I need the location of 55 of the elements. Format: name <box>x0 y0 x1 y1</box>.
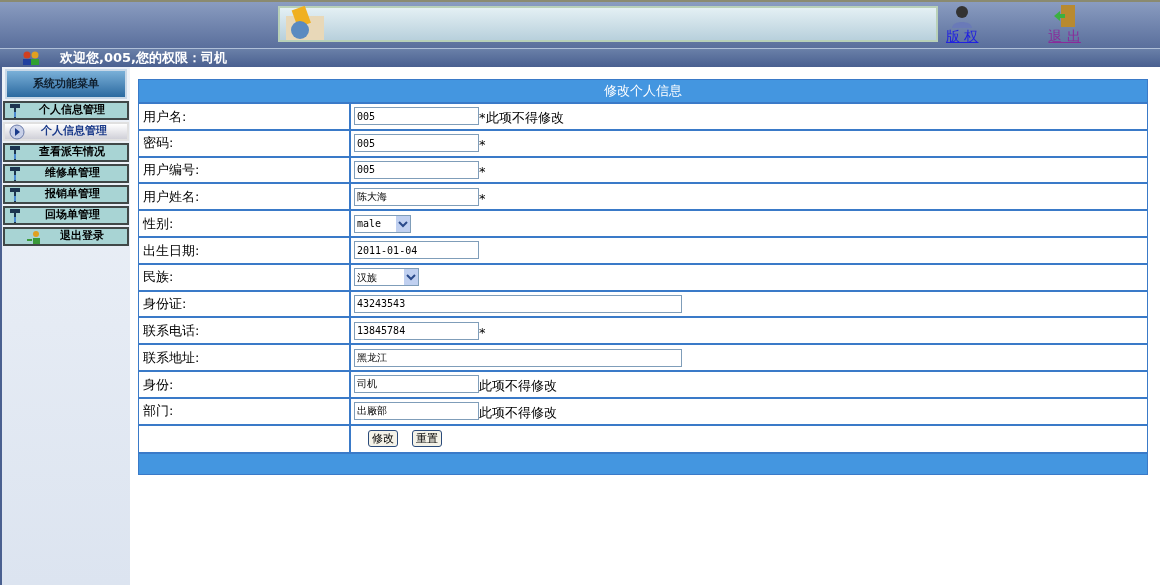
menu-item[interactable]: 维修单管理 <box>3 164 129 183</box>
form-title: 修改个人信息 <box>139 80 1147 102</box>
field-label: 密码: <box>139 130 351 156</box>
field-label: 用户名: <box>139 104 351 129</box>
wrench-icon <box>9 165 21 182</box>
text-field[interactable]: 黑龙江 <box>354 348 682 367</box>
wrench-icon <box>9 207 21 224</box>
text-field[interactable]: 005 <box>354 107 479 126</box>
dropdown[interactable]: 汉族 <box>354 268 419 287</box>
menu-item[interactable]: 个人信息管理 <box>3 101 129 120</box>
field-label: 身份证: <box>139 291 351 317</box>
chevron-down-icon <box>396 215 410 232</box>
field-note: * <box>479 323 486 342</box>
play-circle-icon <box>9 123 25 140</box>
field-label: 性别: <box>139 211 351 236</box>
field-note: * <box>479 189 486 208</box>
chevron-down-icon <box>404 269 418 286</box>
text-field[interactable]: 43243543 <box>354 294 682 313</box>
submit-button[interactable]: 修改 <box>368 430 398 448</box>
field-label: 用户编号: <box>139 157 351 183</box>
wrench-icon <box>9 144 21 161</box>
users-icon <box>22 51 40 65</box>
field-note: * <box>479 162 486 181</box>
field-note: * <box>479 136 486 155</box>
text-field[interactable]: 司机 <box>354 375 479 394</box>
text-field[interactable]: 陈大海 <box>354 187 479 206</box>
menu-item[interactable]: 查看派车情况 <box>3 143 129 162</box>
field-label: 联系地址: <box>139 345 351 370</box>
text-field[interactable]: 2011-01-04 <box>354 241 479 260</box>
menu-item[interactable]: 报销单管理 <box>3 185 129 204</box>
user-exit-icon <box>27 229 41 244</box>
menu-item[interactable]: 回场单管理 <box>3 206 129 225</box>
wrench-icon <box>9 102 21 119</box>
field-label: 用户姓名: <box>139 184 351 210</box>
wrench-icon <box>9 186 21 203</box>
text-field[interactable]: 005 <box>354 161 479 179</box>
field-label: 身份: <box>139 371 351 397</box>
person-icon <box>950 4 975 28</box>
text-field[interactable]: 005 <box>354 134 479 153</box>
field-note: *此项不得修改 <box>479 109 564 128</box>
welcome-text: 欢迎您,005,您的权限：司机 <box>60 49 227 68</box>
text-field[interactable]: 出厰部 <box>354 402 479 421</box>
field-label: 联系电话: <box>139 318 351 344</box>
field-label: 民族: <box>139 264 351 290</box>
door-icon <box>1052 4 1077 28</box>
menu-item[interactable]: 个人信息管理 <box>3 122 129 141</box>
field-label: 出生日期: <box>139 238 351 263</box>
menu-title: 系统功能菜单 <box>5 69 127 99</box>
menu-item[interactable]: 退出登录 <box>3 227 129 246</box>
field-label: 部门: <box>139 398 351 424</box>
text-field[interactable]: 13845784 <box>354 321 479 340</box>
dropdown[interactable]: male <box>354 214 411 233</box>
field-note: 此项不得修改 <box>479 404 557 423</box>
reset-button[interactable]: 重置 <box>412 430 442 448</box>
field-note: 此项不得修改 <box>479 377 557 396</box>
